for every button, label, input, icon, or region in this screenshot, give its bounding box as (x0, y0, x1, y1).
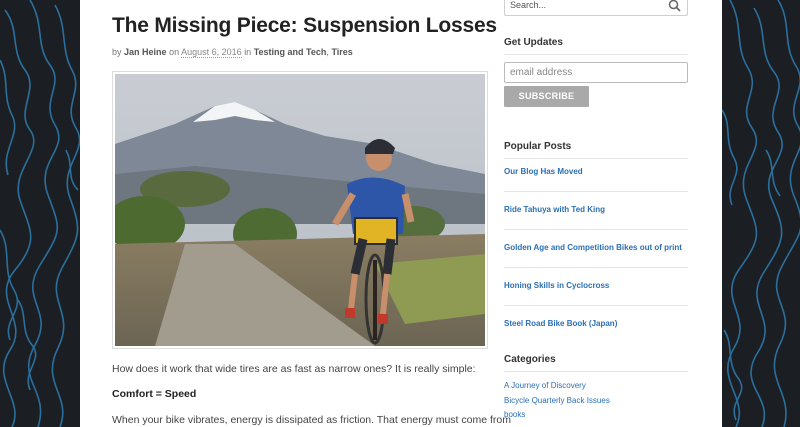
list-divider (504, 267, 688, 268)
byline-by: by (112, 47, 122, 57)
byline-in: in (244, 47, 252, 57)
search-box[interactable]: Search... (504, 0, 688, 16)
post-paragraph-heading: Comfort = Speed (112, 388, 197, 400)
widget-title-get-updates: Get Updates (504, 37, 563, 48)
list-divider (504, 191, 688, 192)
background-topo-pattern-left (0, 0, 80, 427)
popular-post-link[interactable]: Our Blog Has Moved (504, 167, 583, 176)
post-title[interactable]: The Missing Piece: Suspension Losses (112, 14, 497, 38)
author-link[interactable]: Jan Heine (124, 47, 167, 57)
page-content: The Missing Piece: Suspension Losses by … (80, 0, 722, 427)
post-byline: by Jan Heine on August 6, 2016 in Testin… (112, 47, 353, 58)
widget-title-popular-posts: Popular Posts (504, 141, 572, 152)
post-paragraph-1: How does it work that wide tires are as … (112, 363, 476, 375)
subscribe-button[interactable]: SUBSCRIBE (504, 86, 589, 107)
popular-post-link[interactable]: Honing Skills in Cyclocross (504, 281, 609, 290)
list-divider (504, 229, 688, 230)
cyclist-photo (115, 74, 485, 346)
widget-divider (504, 158, 688, 159)
post-paragraph-2: When your bike vibrates, energy is dissi… (112, 414, 511, 426)
widget-divider (504, 54, 688, 55)
email-placeholder: email address (510, 67, 573, 78)
post-featured-image (112, 71, 488, 349)
email-field[interactable]: email address (504, 62, 688, 83)
category-link-testing-tech[interactable]: Testing and Tech (254, 47, 327, 57)
search-icon[interactable] (668, 0, 681, 12)
search-input[interactable]: Search... (510, 0, 546, 10)
widget-divider (504, 371, 688, 372)
byline-comma: , (326, 47, 329, 57)
byline-on: on (169, 47, 180, 57)
category-link[interactable]: Bicycle Quarterly Back Issues (504, 396, 610, 405)
background-topo-pattern-right (722, 0, 800, 427)
category-link[interactable]: books (504, 410, 525, 419)
post-date[interactable]: August 6, 2016 (181, 47, 242, 58)
category-link-tires[interactable]: Tires (331, 47, 352, 57)
popular-post-link[interactable]: Steel Road Bike Book (Japan) (504, 319, 617, 328)
popular-post-link[interactable]: Golden Age and Competition Bikes out of … (504, 243, 682, 252)
category-link[interactable]: A Journey of Discovery (504, 381, 586, 390)
list-divider (504, 305, 688, 306)
popular-post-link[interactable]: Ride Tahuya with Ted King (504, 205, 605, 214)
widget-title-categories: Categories (504, 354, 556, 365)
